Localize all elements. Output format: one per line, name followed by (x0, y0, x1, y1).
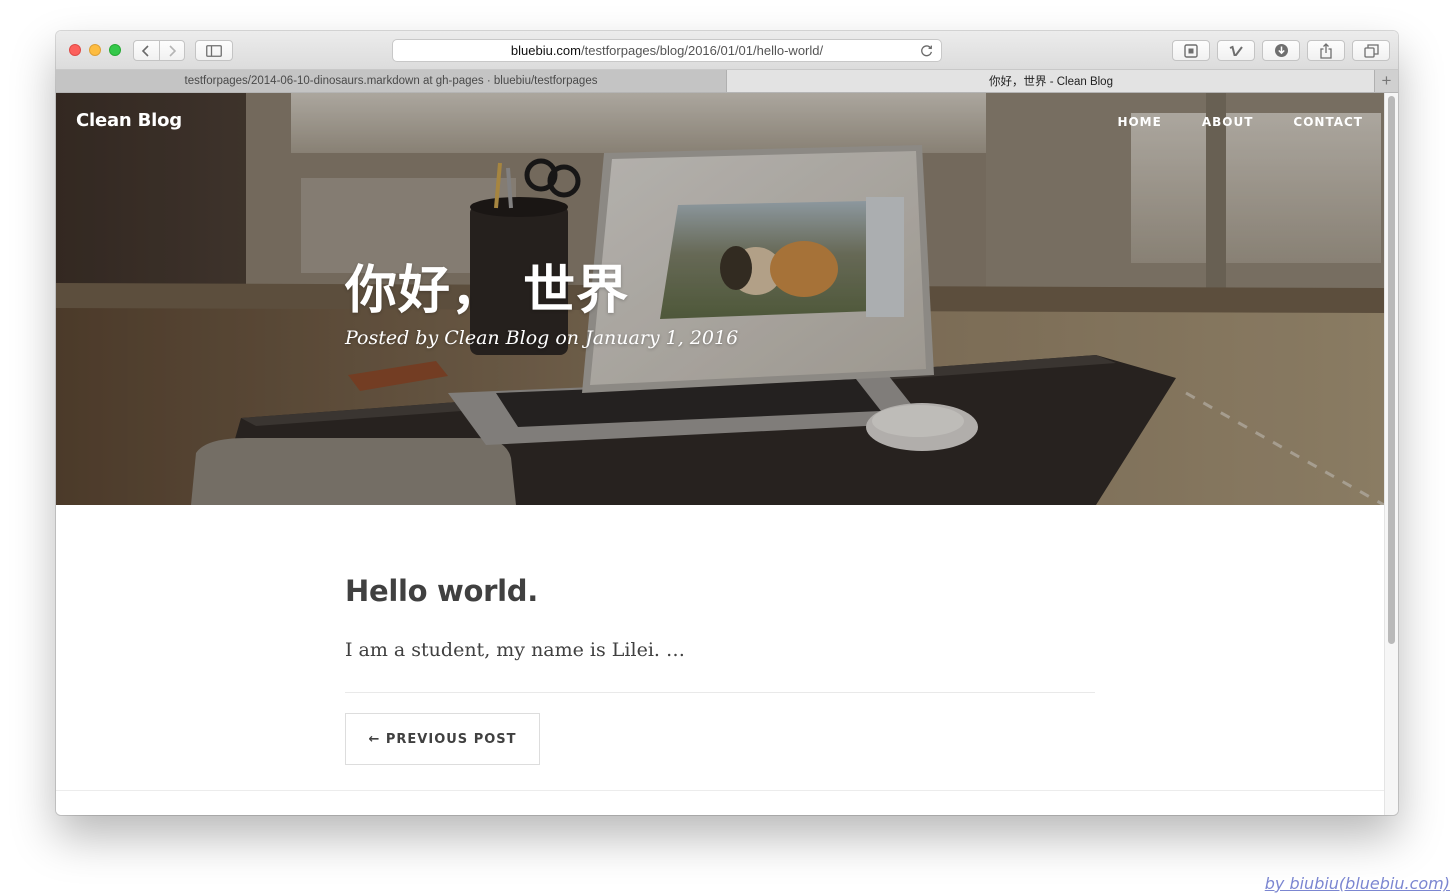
post-content: Hello world. I am a student, my name is … (345, 573, 1095, 765)
sidebar-icon (206, 44, 222, 57)
download-icon (1274, 44, 1288, 57)
page-scrollbar[interactable] (1384, 93, 1398, 815)
tabs-icon (1363, 43, 1379, 58)
chevron-left-icon (142, 44, 149, 57)
vimeo-icon (1229, 45, 1243, 56)
reader-button[interactable] (1172, 40, 1210, 61)
address-bar[interactable]: bluebiu.com/testforpages/blog/2016/01/01… (392, 39, 942, 62)
chevron-right-icon (169, 44, 176, 57)
back-button[interactable] (134, 41, 159, 60)
tab-clean-blog[interactable]: 你好，世界 - Clean Blog (727, 70, 1375, 92)
extension-button[interactable] (1217, 40, 1255, 61)
forward-button[interactable] (158, 41, 185, 60)
credit-link[interactable]: by biubiu(bluebiu.com) (1265, 874, 1450, 893)
post-heading: 你好， 世界 Posted by Clean Blog on January 1… (345, 261, 738, 349)
content-divider (345, 692, 1095, 693)
nav-about-link[interactable]: ABOUT (1202, 115, 1254, 129)
site-brand-link[interactable]: Clean Blog (76, 110, 182, 131)
history-navigation (133, 40, 185, 61)
address-path: /testforpages/blog/2016/01/01/hello-worl… (581, 43, 824, 58)
minimize-window-button[interactable] (89, 44, 101, 56)
nav-contact-link[interactable]: CONTACT (1293, 115, 1363, 129)
footer-divider (56, 790, 1384, 791)
show-tabs-button[interactable] (1352, 40, 1390, 61)
sidebar-button[interactable] (195, 40, 233, 61)
address-host: bluebiu.com (510, 43, 581, 58)
download-button[interactable] (1262, 40, 1300, 61)
share-icon (1320, 42, 1332, 59)
browser-window: bluebiu.com/testforpages/blog/2016/01/01… (56, 31, 1398, 815)
post-title: 你好， 世界 (345, 261, 630, 321)
maximize-window-button[interactable] (109, 44, 121, 56)
tab-bar: testforpages/2014-06-10-dinosaurs.markdo… (56, 70, 1398, 93)
main-navigation: HOME ABOUT CONTACT (1077, 115, 1363, 129)
new-tab-button[interactable]: + (1374, 70, 1398, 92)
post-header: Clean Blog HOME ABOUT CONTACT 你好， 世界 Pos… (56, 93, 1384, 505)
share-button[interactable] (1307, 40, 1345, 61)
page-viewport: Clean Blog HOME ABOUT CONTACT 你好， 世界 Pos… (56, 93, 1384, 815)
scrollbar-thumb[interactable] (1388, 96, 1395, 644)
reload-icon[interactable] (919, 43, 934, 58)
previous-post-button[interactable]: ← PREVIOUS POST (345, 713, 540, 765)
reader-icon (1184, 43, 1198, 58)
post-content-paragraph: I am a student, my name is Lilei. … (345, 639, 685, 661)
browser-toolbar: bluebiu.com/testforpages/blog/2016/01/01… (56, 31, 1398, 70)
post-meta: Posted by Clean Blog on January 1, 2016 (345, 327, 739, 349)
close-window-button[interactable] (69, 44, 81, 56)
tab-github-dinosaurs[interactable]: testforpages/2014-06-10-dinosaurs.markdo… (56, 70, 727, 92)
post-content-heading: Hello world. (345, 574, 538, 608)
nav-home-link[interactable]: HOME (1117, 115, 1161, 129)
